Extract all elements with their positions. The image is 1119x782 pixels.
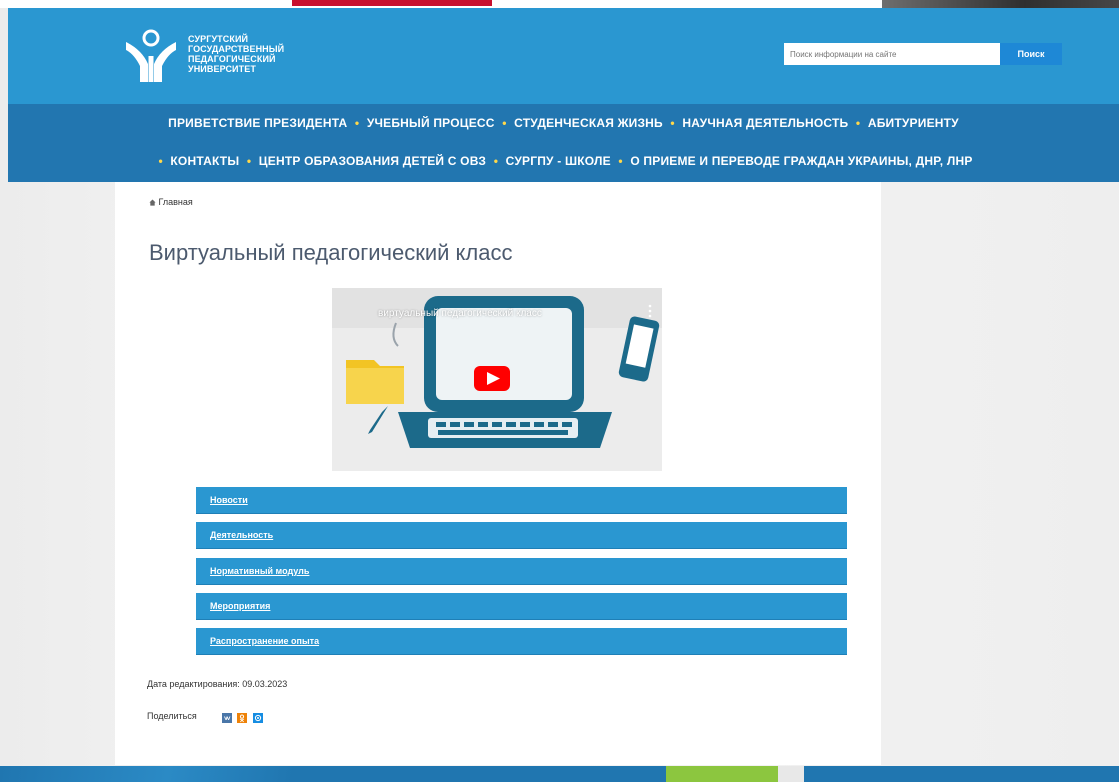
menu-item-normative-module[interactable]: Нормативный модуль (196, 558, 847, 585)
odnoklassniki-share-icon[interactable] (237, 713, 248, 723)
nav-item-student-life[interactable]: СТУДЕНЧЕСКАЯ ЖИЗНЬ (514, 116, 663, 130)
main-content: Главная Виртуальный педагогический класс (115, 182, 881, 765)
footer-banner-edge (778, 766, 804, 782)
menu-link-experience-sharing[interactable]: Распространение опыта (210, 636, 319, 646)
menu-link-normative-module[interactable]: Нормативный модуль (210, 566, 309, 576)
home-icon (149, 199, 156, 206)
logo-line: Государственный (188, 44, 285, 54)
menu-link-news[interactable]: Новости (210, 495, 248, 505)
video-title[interactable]: виртуальный педагогический класс (378, 308, 542, 319)
nav-item-for-schools[interactable]: СУРГПУ - ШКОЛЕ (506, 154, 611, 168)
nav-bullet: • (670, 116, 675, 130)
nav-bullet: • (354, 116, 360, 130)
nav-row-1: ПРИВЕТСТВИЕ ПРЕЗИДЕНТА • УЧЕБНЫЙ ПРОЦЕСС… (8, 116, 1119, 130)
nav-bullet: • (855, 116, 861, 130)
main-navigation: ПРИВЕТСТВИЕ ПРЕЗИДЕНТА • УЧЕБНЫЙ ПРОЦЕСС… (8, 104, 1119, 182)
nav-item-special-education[interactable]: ЦЕНТР ОБРАЗОВАНИЯ ДЕТЕЙ С ОВЗ (259, 154, 486, 168)
footer-banner[interactable] (666, 766, 778, 782)
top-accent-bar (292, 0, 492, 6)
nav-item-study-process[interactable]: УЧЕБНЫЙ ПРОЦЕСС (367, 116, 495, 130)
nav-item-admission-transfer[interactable]: О ПРИЕМЕ И ПЕРЕВОДЕ ГРАЖДАН УКРАИНЫ, ДНР… (630, 154, 972, 168)
breadcrumb-home-link[interactable]: Главная (159, 197, 193, 207)
logo-text: Сургутский Государственный Педагогически… (188, 34, 328, 74)
menu-item-activity[interactable]: Деятельность (196, 522, 847, 549)
mailru-share-icon[interactable] (252, 713, 263, 723)
menu-item-news[interactable]: Новости (196, 487, 847, 514)
nav-item-applicants[interactable]: АБИТУРИЕНТУ (868, 116, 959, 130)
site-header: Сургутский Государственный Педагогически… (8, 8, 1119, 104)
share-icons (222, 710, 264, 728)
page-title: Виртуальный педагогический класс (149, 240, 513, 265)
edit-date: Дата редактирования: 09.03.2023 (147, 679, 288, 689)
footer-decoration (0, 766, 420, 782)
search-input[interactable] (784, 43, 1000, 65)
nav-bullet: • (618, 154, 623, 168)
logo-line: Сургутский (188, 34, 249, 44)
menu-link-activity[interactable]: Деятельность (210, 530, 273, 540)
nav-bullet: • (493, 154, 499, 168)
search-button[interactable]: Поиск (1000, 43, 1062, 65)
nav-item-contacts[interactable]: КОНТАКТЫ (170, 154, 239, 168)
logo-line: Педагогический (188, 54, 276, 64)
nav-item-science[interactable]: НАУЧНАЯ ДЕЯТЕЛЬНОСТЬ (682, 116, 848, 130)
university-logo[interactable]: Сургутский Государственный Педагогически… (122, 28, 312, 88)
nav-bullet: • (158, 154, 163, 168)
nav-bullet: • (502, 116, 507, 130)
logo-line: Университет (188, 64, 256, 74)
nav-item-president-greeting[interactable]: ПРИВЕТСТВИЕ ПРЕЗИДЕНТА (168, 116, 347, 130)
logo-emblem-icon (126, 29, 176, 82)
vk-share-icon[interactable] (222, 713, 232, 723)
menu-item-events[interactable]: Мероприятия (196, 593, 847, 620)
menu-link-events[interactable]: Мероприятия (210, 601, 270, 611)
nav-bullet: • (246, 154, 252, 168)
video-player[interactable]: виртуальный педагогический класс (332, 288, 662, 471)
menu-item-experience-sharing[interactable]: Распространение опыта (196, 628, 847, 655)
breadcrumb[interactable]: Главная (149, 197, 193, 207)
share-label: Поделиться (147, 711, 197, 721)
site-footer (0, 766, 1119, 782)
nav-row-2: • КОНТАКТЫ • ЦЕНТР ОБРАЗОВАНИЯ ДЕТЕЙ С О… (8, 154, 1119, 168)
